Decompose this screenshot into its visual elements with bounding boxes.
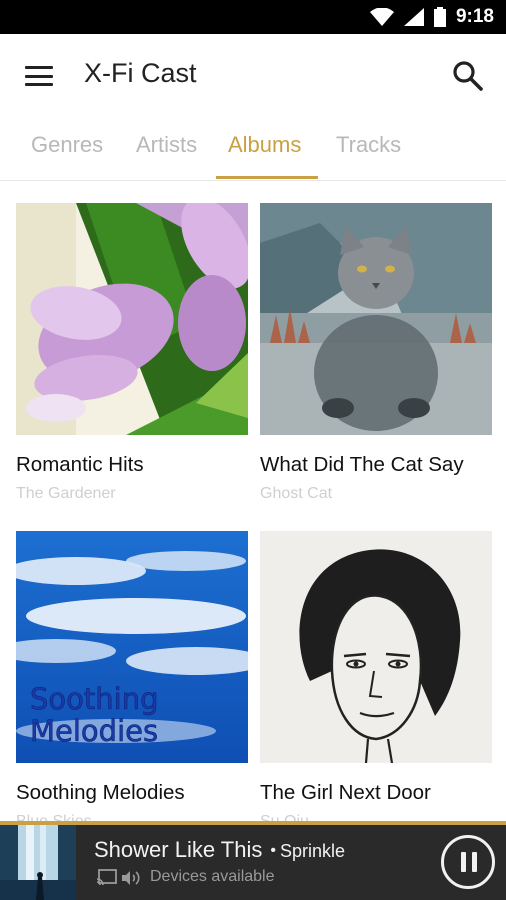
tab-albums[interactable]: Albums bbox=[228, 132, 301, 158]
album-title: Romantic Hits bbox=[16, 453, 144, 476]
album-card[interactable]: What Did The Cat Say Ghost Cat bbox=[260, 203, 492, 502]
album-artist: The Gardener bbox=[16, 485, 116, 502]
app-title: X-Fi Cast bbox=[84, 58, 197, 88]
svg-text:Soothing: Soothing bbox=[30, 682, 159, 716]
cast-icon[interactable] bbox=[96, 869, 118, 887]
tab-tracks[interactable]: Tracks bbox=[336, 132, 401, 158]
album-title: The Girl Next Door bbox=[260, 781, 431, 804]
tab-artists[interactable]: Artists bbox=[136, 132, 197, 158]
status-bar: 9:18 bbox=[0, 0, 506, 34]
album-artist: Ghost Cat bbox=[260, 485, 333, 502]
separator: • bbox=[270, 842, 276, 859]
hamburger-menu-icon[interactable] bbox=[22, 62, 56, 90]
cat-cover[interactable] bbox=[260, 203, 492, 435]
sound-waves-icon bbox=[122, 871, 140, 885]
now-playing-info: Shower Like This • Sprinkle bbox=[94, 837, 345, 863]
now-playing-title: Shower Like This bbox=[94, 837, 263, 862]
album-title: What Did The Cat Say bbox=[260, 453, 464, 476]
album-card[interactable]: Soothing Melodies Soothing Melodies Blue… bbox=[16, 531, 248, 830]
now-playing-artwork[interactable] bbox=[0, 825, 76, 900]
sketch-portrait-cover[interactable] bbox=[260, 531, 492, 763]
divider bbox=[0, 180, 506, 181]
album-card[interactable]: Romantic Hits The Gardener bbox=[16, 203, 248, 502]
battery-icon bbox=[433, 7, 446, 27]
sky-cover[interactable]: Soothing Melodies bbox=[16, 531, 248, 763]
album-title: Soothing Melodies bbox=[16, 781, 185, 804]
search-icon[interactable] bbox=[450, 58, 486, 94]
tab-bar: Genres Artists Albums Tracks bbox=[0, 118, 506, 180]
status-time: 9:18 bbox=[455, 6, 494, 27]
album-card[interactable]: The Girl Next Door Su Qiu bbox=[260, 531, 492, 830]
flower-cover[interactable] bbox=[16, 203, 248, 435]
cell-signal-icon bbox=[403, 8, 424, 26]
pause-icon[interactable] bbox=[441, 835, 495, 889]
svg-text:Melodies: Melodies bbox=[30, 714, 158, 748]
devices-available-label: Devices available bbox=[150, 868, 275, 885]
app-bar: X-Fi Cast bbox=[0, 34, 506, 118]
now-playing-bar[interactable]: Shower Like This • Sprinkle Devices availa… bbox=[0, 825, 506, 900]
now-playing-artist: Sprinkle bbox=[279, 841, 345, 861]
wifi-icon bbox=[369, 8, 394, 26]
active-tab-indicator bbox=[216, 176, 318, 179]
tab-genres[interactable]: Genres bbox=[31, 132, 103, 158]
